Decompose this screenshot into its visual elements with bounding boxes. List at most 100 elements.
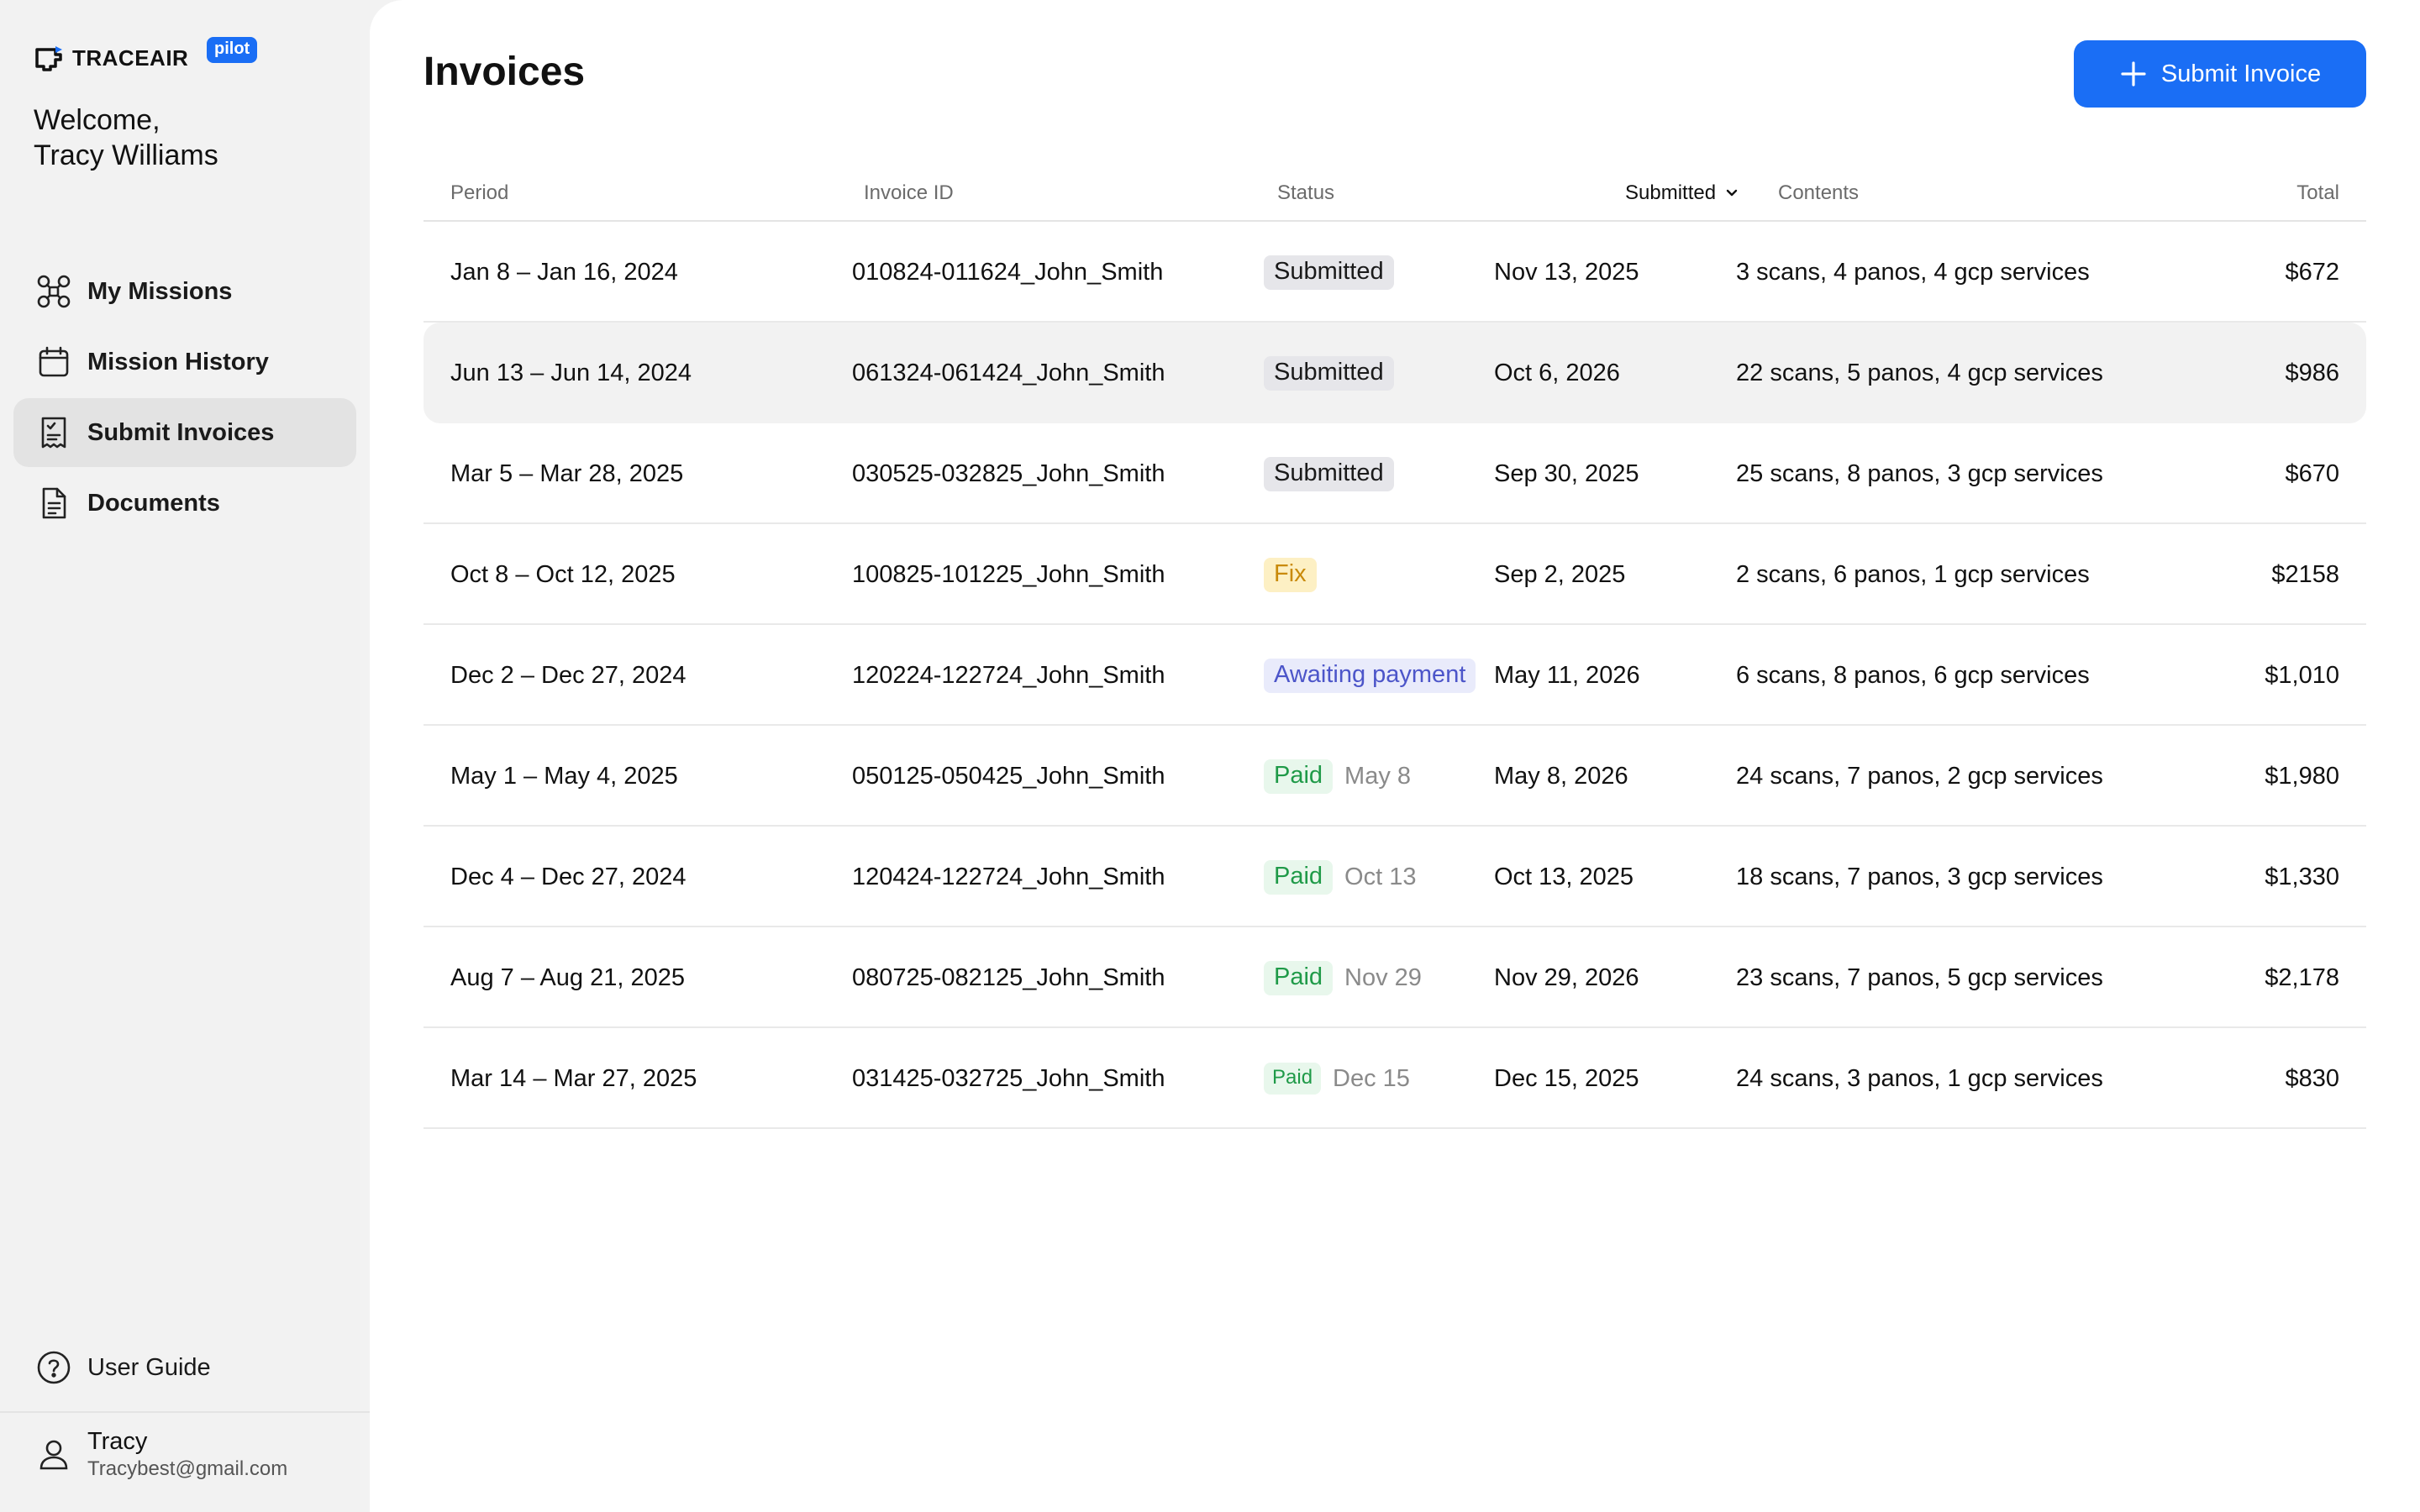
invoice-status: Submitted [1264, 323, 1394, 423]
welcome-message: Welcome, Tracy Williams [34, 102, 218, 173]
status-badge: Paid [1264, 960, 1334, 995]
invoice-contents: 24 scans, 3 panos, 1 gcp services [1736, 1064, 2103, 1092]
user-icon [39, 1440, 68, 1470]
pilot-badge: pilot [207, 37, 258, 63]
submitted-date: Oct 13, 2025 [1494, 863, 1634, 890]
invoices-table: Period Invoice ID Status Submitted Conte… [424, 168, 2366, 1129]
invoice-status: Paid Oct 13 [1264, 827, 1416, 927]
invoice-id: 050125-050425_John_Smith [852, 762, 1165, 790]
invoice-contents: 25 scans, 8 panos, 3 gcp services [1736, 459, 2103, 487]
table-row[interactable]: Mar 14 – Mar 27, 2025 031425-032725_John_… [424, 1028, 2366, 1129]
invoice-total: $830 [2285, 1064, 2339, 1092]
sidebar-item-label: Documents [87, 489, 220, 517]
invoice-contents: 2 scans, 6 panos, 1 gcp services [1736, 560, 2090, 588]
paid-date: Dec 15 [1333, 1064, 1410, 1092]
submitted-date: Dec 15, 2025 [1494, 1064, 1639, 1092]
invoice-total: $670 [2285, 459, 2339, 487]
submitted-date: May 8, 2026 [1494, 762, 1628, 790]
invoice-period: Mar 5 – Mar 28, 2025 [450, 459, 684, 487]
sidebar-nav: My Missions Mission History Submit Invoi… [13, 257, 356, 539]
traceair-logo-icon [35, 46, 62, 71]
status-badge: Submitted [1264, 255, 1394, 290]
document-icon [42, 487, 66, 519]
submitted-date: Sep 2, 2025 [1494, 560, 1626, 588]
invoice-period: Dec 4 – Dec 27, 2024 [450, 863, 687, 890]
paid-date: Nov 29 [1344, 963, 1422, 991]
invoice-status: Paid Nov 29 [1264, 927, 1422, 1028]
column-header-total[interactable]: Total [2296, 181, 2339, 205]
table-row[interactable]: Aug 7 – Aug 21, 2025 080725-082125_John_S… [424, 927, 2366, 1028]
column-header-contents[interactable]: Contents [1778, 181, 1859, 205]
invoice-id: 030525-032825_John_Smith [852, 459, 1165, 487]
column-header-period[interactable]: Period [450, 181, 508, 205]
column-header-status[interactable]: Status [1277, 181, 1334, 205]
user-full-name: Tracy Williams [34, 139, 218, 171]
invoice-contents: 23 scans, 7 panos, 5 gcp services [1736, 963, 2103, 991]
column-header-invoice-id[interactable]: Invoice ID [864, 181, 954, 205]
invoice-status: Awaiting payment [1264, 625, 1476, 726]
table-header: Period Invoice ID Status Submitted Conte… [424, 168, 2366, 222]
table-row[interactable]: Oct 8 – Oct 12, 2025 100825-101225_John_S… [424, 524, 2366, 625]
user-guide-link[interactable]: User Guide [35, 1349, 211, 1386]
column-header-submitted[interactable]: Submitted [1625, 181, 1741, 205]
sidebar-item-my-missions[interactable]: My Missions [13, 257, 356, 326]
status-badge: Paid [1264, 759, 1334, 794]
sidebar-item-mission-history[interactable]: Mission History [13, 328, 356, 396]
status-badge: Submitted [1264, 355, 1394, 391]
invoice-contents: 24 scans, 7 panos, 2 gcp services [1736, 762, 2103, 790]
user-guide-label: User Guide [87, 1353, 211, 1381]
chevron-down-icon [1726, 189, 1738, 197]
submitted-date: Oct 6, 2026 [1494, 359, 1620, 386]
invoice-total: $1,010 [2265, 661, 2339, 689]
brand-logo[interactable]: TRACEAIR pilot [34, 37, 258, 79]
invoice-status: Fix [1264, 524, 1317, 625]
submit-invoice-button[interactable]: Submit Invoice [2074, 40, 2366, 108]
user-profile[interactable]: Tracy Tracybest@gmail.com [35, 1426, 287, 1482]
invoice-id: 120424-122724_John_Smith [852, 863, 1165, 890]
sidebar-item-submit-invoices[interactable]: Submit Invoices [13, 398, 356, 467]
brand-name: TRACEAIR [72, 45, 189, 71]
column-header-submitted-label: Submitted [1625, 181, 1717, 204]
drone-icon [37, 275, 71, 308]
invoice-id: 120224-122724_John_Smith [852, 661, 1165, 689]
invoice-id: 010824-011624_John_Smith [852, 258, 1164, 286]
invoice-period: Dec 2 – Dec 27, 2024 [450, 661, 687, 689]
sidebar-item-documents[interactable]: Documents [13, 469, 356, 538]
sidebar-item-label: Mission History [87, 348, 269, 375]
sidebar: TRACEAIR pilot Welcome, Tracy Williams M… [0, 0, 370, 1512]
calendar-icon [39, 346, 69, 377]
user-name: Tracy [87, 1428, 148, 1455]
submitted-date: Nov 13, 2025 [1494, 258, 1639, 286]
plus-icon [2121, 61, 2146, 87]
table-row[interactable]: Dec 2 – Dec 27, 2024 120224-122724_John_S… [424, 625, 2366, 726]
status-badge: Awaiting payment [1264, 658, 1476, 693]
submitted-date: Sep 30, 2025 [1494, 459, 1639, 487]
invoice-contents: 18 scans, 7 panos, 3 gcp services [1736, 863, 2103, 890]
invoice-period: Mar 14 – Mar 27, 2025 [450, 1064, 697, 1092]
invoice-total: $2158 [2271, 560, 2339, 588]
invoice-status: Paid Dec 15 [1264, 1028, 1410, 1129]
welcome-line: Welcome, [34, 104, 160, 136]
invoice-period: May 1 – May 4, 2025 [450, 762, 678, 790]
paid-date: Oct 13 [1344, 863, 1417, 890]
table-row[interactable]: May 1 – May 4, 2025 050125-050425_John_Sm… [424, 726, 2366, 827]
table-row[interactable]: Jan 8 – Jan 16, 2024 010824-011624_John_S… [424, 222, 2366, 323]
table-row[interactable]: Mar 5 – Mar 28, 2025 030525-032825_John_S… [424, 423, 2366, 524]
invoice-contents: 6 scans, 8 panos, 6 gcp services [1736, 661, 2090, 689]
invoice-status: Paid May 8 [1264, 726, 1411, 827]
status-badge: Submitted [1264, 456, 1394, 491]
sidebar-item-label: My Missions [87, 277, 233, 305]
invoice-status: Submitted [1264, 222, 1394, 323]
invoice-total: $1,980 [2265, 762, 2339, 790]
sidebar-divider [0, 1411, 370, 1413]
help-icon [37, 1351, 71, 1384]
invoice-period: Jun 13 – Jun 14, 2024 [450, 359, 692, 386]
table-row[interactable]: Jun 13 – Jun 14, 2024 061324-061424_John_… [424, 323, 2366, 423]
invoice-total: $1,330 [2265, 863, 2339, 890]
status-badge: Paid [1264, 859, 1334, 895]
invoice-period: Jan 8 – Jan 16, 2024 [450, 258, 678, 286]
table-row[interactable]: Dec 4 – Dec 27, 2024 120424-122724_John_S… [424, 827, 2366, 927]
main-content: Invoices Submit Invoice Period Invoice I… [370, 0, 2420, 1512]
invoice-period: Aug 7 – Aug 21, 2025 [450, 963, 685, 991]
invoice-id: 080725-082125_John_Smith [852, 963, 1165, 991]
